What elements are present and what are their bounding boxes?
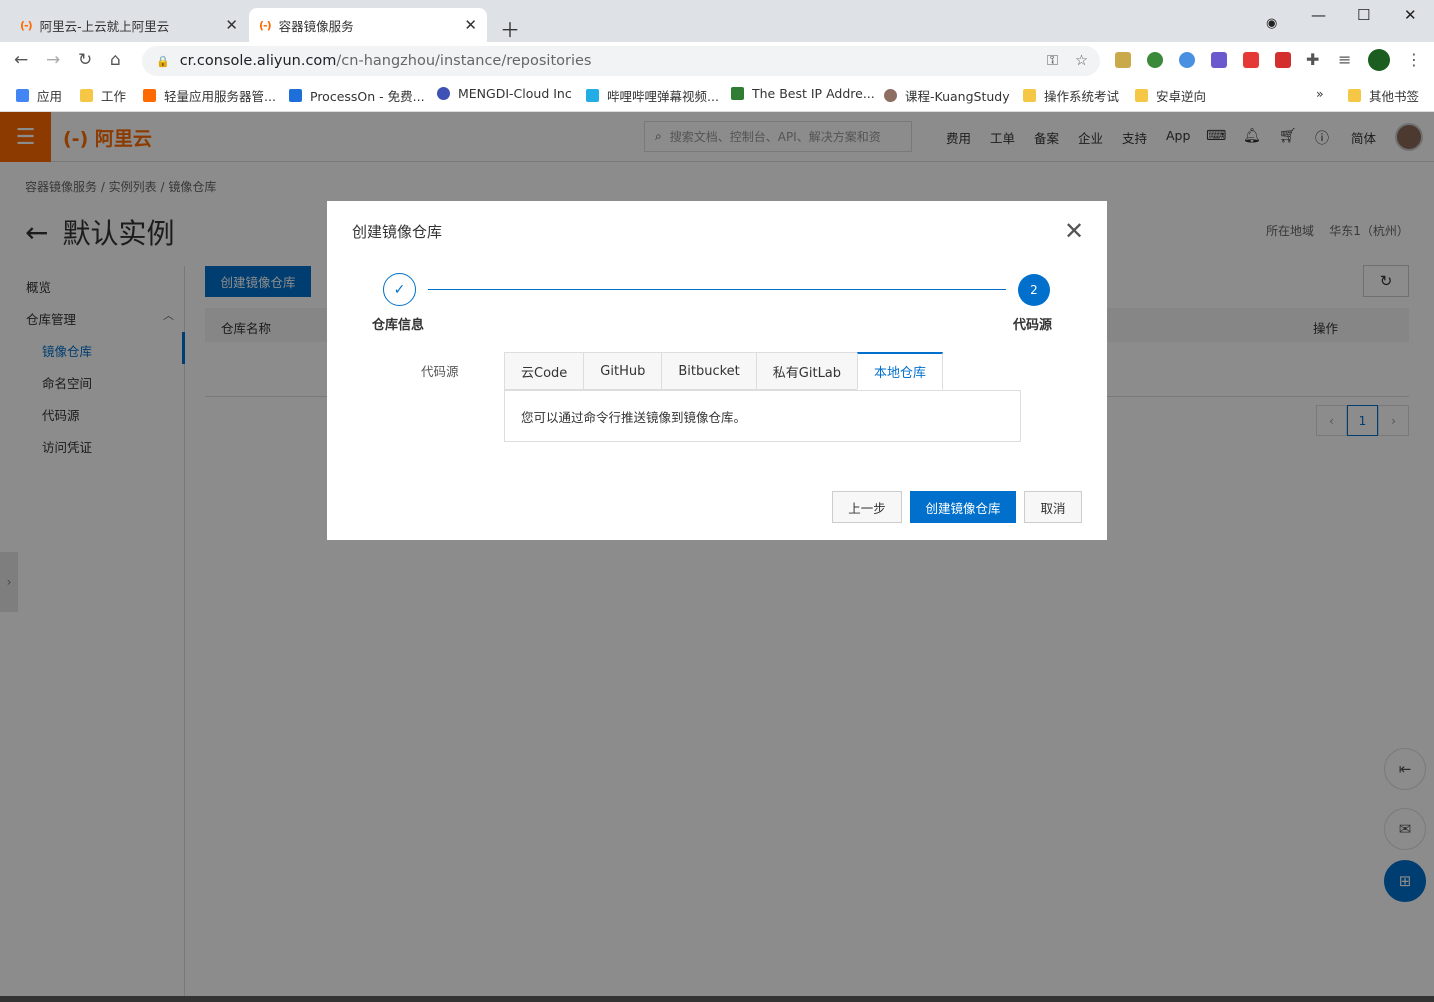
bookmark-item[interactable]: 课程-KuangStudy: [884, 86, 1010, 105]
extension-icon[interactable]: [1275, 52, 1291, 68]
tab-content: 您可以通过命令行推送镜像到镜像仓库。: [504, 390, 1021, 442]
browser-menu-icon[interactable]: ⋮: [1406, 50, 1422, 69]
tab-github[interactable]: GitHub: [583, 352, 662, 390]
url-path: /cn-hangzhou/instance/repositories: [336, 53, 592, 69]
folder-icon: [1023, 89, 1036, 102]
maximize-icon[interactable]: ☐: [1357, 6, 1370, 24]
folder-icon: [80, 89, 93, 102]
profile-avatar-icon[interactable]: [1368, 49, 1390, 71]
check-icon: ✓: [383, 273, 416, 306]
bookmark-item[interactable]: 轻量应用服务器管...: [143, 86, 276, 105]
bookmark-item[interactable]: 哔哩哔哩弹幕视频...: [586, 86, 719, 105]
bookmark-apps[interactable]: 应用: [16, 86, 62, 105]
ip-site-icon: [731, 87, 744, 100]
extension-icon[interactable]: [1147, 52, 1163, 68]
create-repo-submit-button[interactable]: 创建镜像仓库: [910, 491, 1016, 523]
address-bar[interactable]: 🔒 cr.console.aliyun.com/cn-hangzhou/inst…: [142, 46, 1100, 76]
extensions-puzzle-icon[interactable]: ✚: [1306, 50, 1319, 69]
tab-local-repo[interactable]: 本地仓库: [857, 352, 944, 390]
bookmark-item[interactable]: ProcessOn - 免费...: [289, 86, 425, 105]
reading-list-icon[interactable]: ≡: [1338, 50, 1351, 69]
close-tab-icon[interactable]: ✕: [225, 16, 238, 34]
folder-icon: [1348, 89, 1361, 102]
browser-tab-active[interactable]: (-) 容器镜像服务 ✕: [249, 8, 487, 42]
processon-icon: [289, 89, 302, 102]
reload-icon[interactable]: ↻: [78, 50, 92, 70]
prev-step-button[interactable]: 上一步: [832, 491, 902, 523]
bookmark-star-icon[interactable]: ☆: [1075, 53, 1088, 69]
aliyun-icon: [143, 89, 156, 102]
extension-icon[interactable]: [1243, 52, 1259, 68]
forward-icon[interactable]: →: [46, 50, 60, 70]
bottom-bar: [0, 996, 1434, 1002]
tab-title: 阿里云-上云就上阿里云: [39, 18, 170, 34]
dialog-title: 创建镜像仓库: [352, 223, 443, 241]
profile-menu-icon[interactable]: ◉: [1266, 16, 1277, 31]
bookmark-item[interactable]: MENGDI-Cloud Inc: [437, 86, 572, 101]
cancel-button[interactable]: 取消: [1024, 491, 1082, 523]
tab-private-gitlab[interactable]: 私有GitLab: [755, 352, 858, 390]
key-icon[interactable]: ⚿: [1047, 53, 1058, 69]
home-icon[interactable]: ⌂: [110, 50, 121, 70]
folder-icon: [1135, 89, 1148, 102]
apps-grid-icon: [16, 89, 29, 102]
bookmarks-overflow[interactable]: »: [1316, 86, 1324, 101]
cloud-icon: [437, 87, 450, 100]
source-tabs: 云Code GitHub Bitbucket 私有GitLab 本地仓库: [504, 352, 944, 390]
bilibili-icon: [586, 89, 599, 102]
source-label: 代码源: [421, 364, 459, 379]
aliyun-favicon-icon: (-): [259, 18, 272, 32]
step-connector: [428, 289, 1006, 290]
minimize-icon[interactable]: —: [1311, 6, 1326, 24]
step-2-label: 代码源: [1013, 318, 1053, 333]
url-host: cr.console.aliyun.com: [179, 53, 337, 69]
bookmark-item[interactable]: 工作: [80, 86, 126, 105]
bookmark-item[interactable]: 安卓逆向: [1135, 86, 1206, 105]
extension-icon[interactable]: [1179, 52, 1195, 68]
close-tab-icon[interactable]: ✕: [464, 16, 477, 34]
back-icon[interactable]: ←: [14, 50, 28, 70]
tab-yuncode[interactable]: 云Code: [504, 352, 584, 390]
step-1-label: 仓库信息: [372, 318, 425, 333]
other-bookmarks[interactable]: 其他书签: [1348, 86, 1419, 105]
close-window-icon[interactable]: ✕: [1404, 6, 1417, 24]
extension-icon[interactable]: [1211, 52, 1227, 68]
close-icon[interactable]: ✕: [1064, 217, 1084, 245]
aliyun-favicon-icon: (-): [20, 18, 33, 32]
bookmark-item[interactable]: The Best IP Addre...: [731, 86, 875, 101]
kuangstudy-icon: [884, 89, 897, 102]
tab-title: 容器镜像服务: [278, 18, 354, 34]
browser-tab[interactable]: (-) 阿里云-上云就上阿里云 ✕: [10, 8, 248, 42]
lock-icon: 🔒: [156, 54, 170, 68]
bookmark-item[interactable]: 操作系统考试: [1023, 86, 1119, 105]
extension-icon[interactable]: [1115, 52, 1131, 68]
step-2-indicator: 2: [1018, 274, 1050, 306]
new-tab-icon[interactable]: ＋: [500, 14, 520, 43]
tab-bitbucket[interactable]: Bitbucket: [661, 352, 756, 390]
